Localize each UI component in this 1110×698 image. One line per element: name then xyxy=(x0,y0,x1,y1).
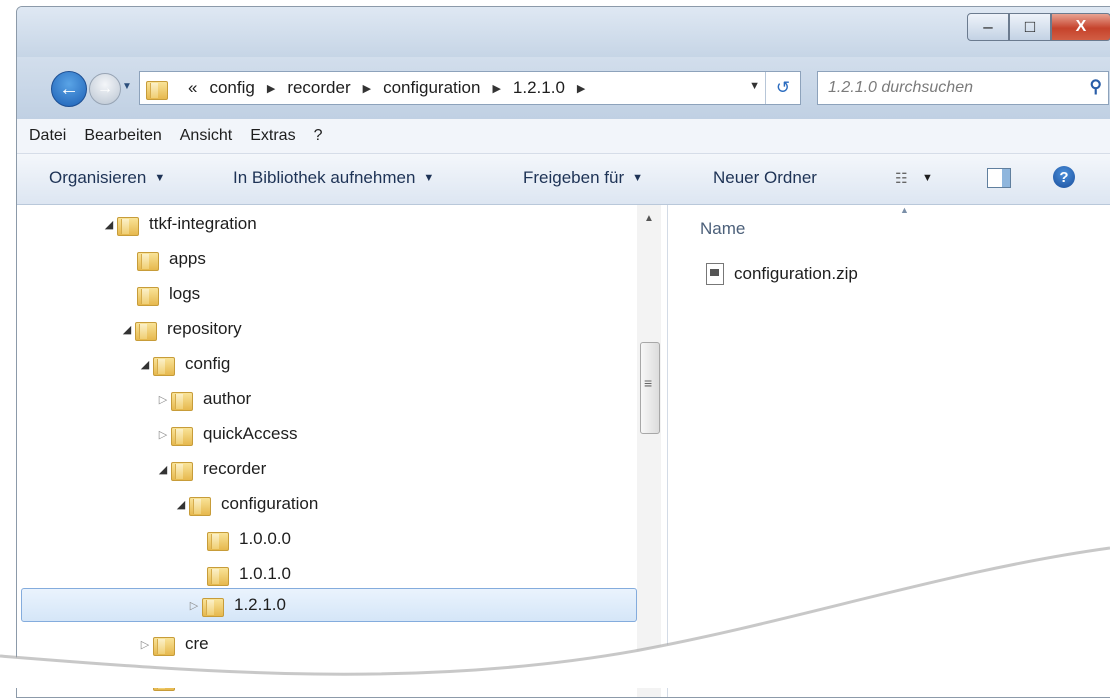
page-curl-decoration xyxy=(0,546,1110,688)
